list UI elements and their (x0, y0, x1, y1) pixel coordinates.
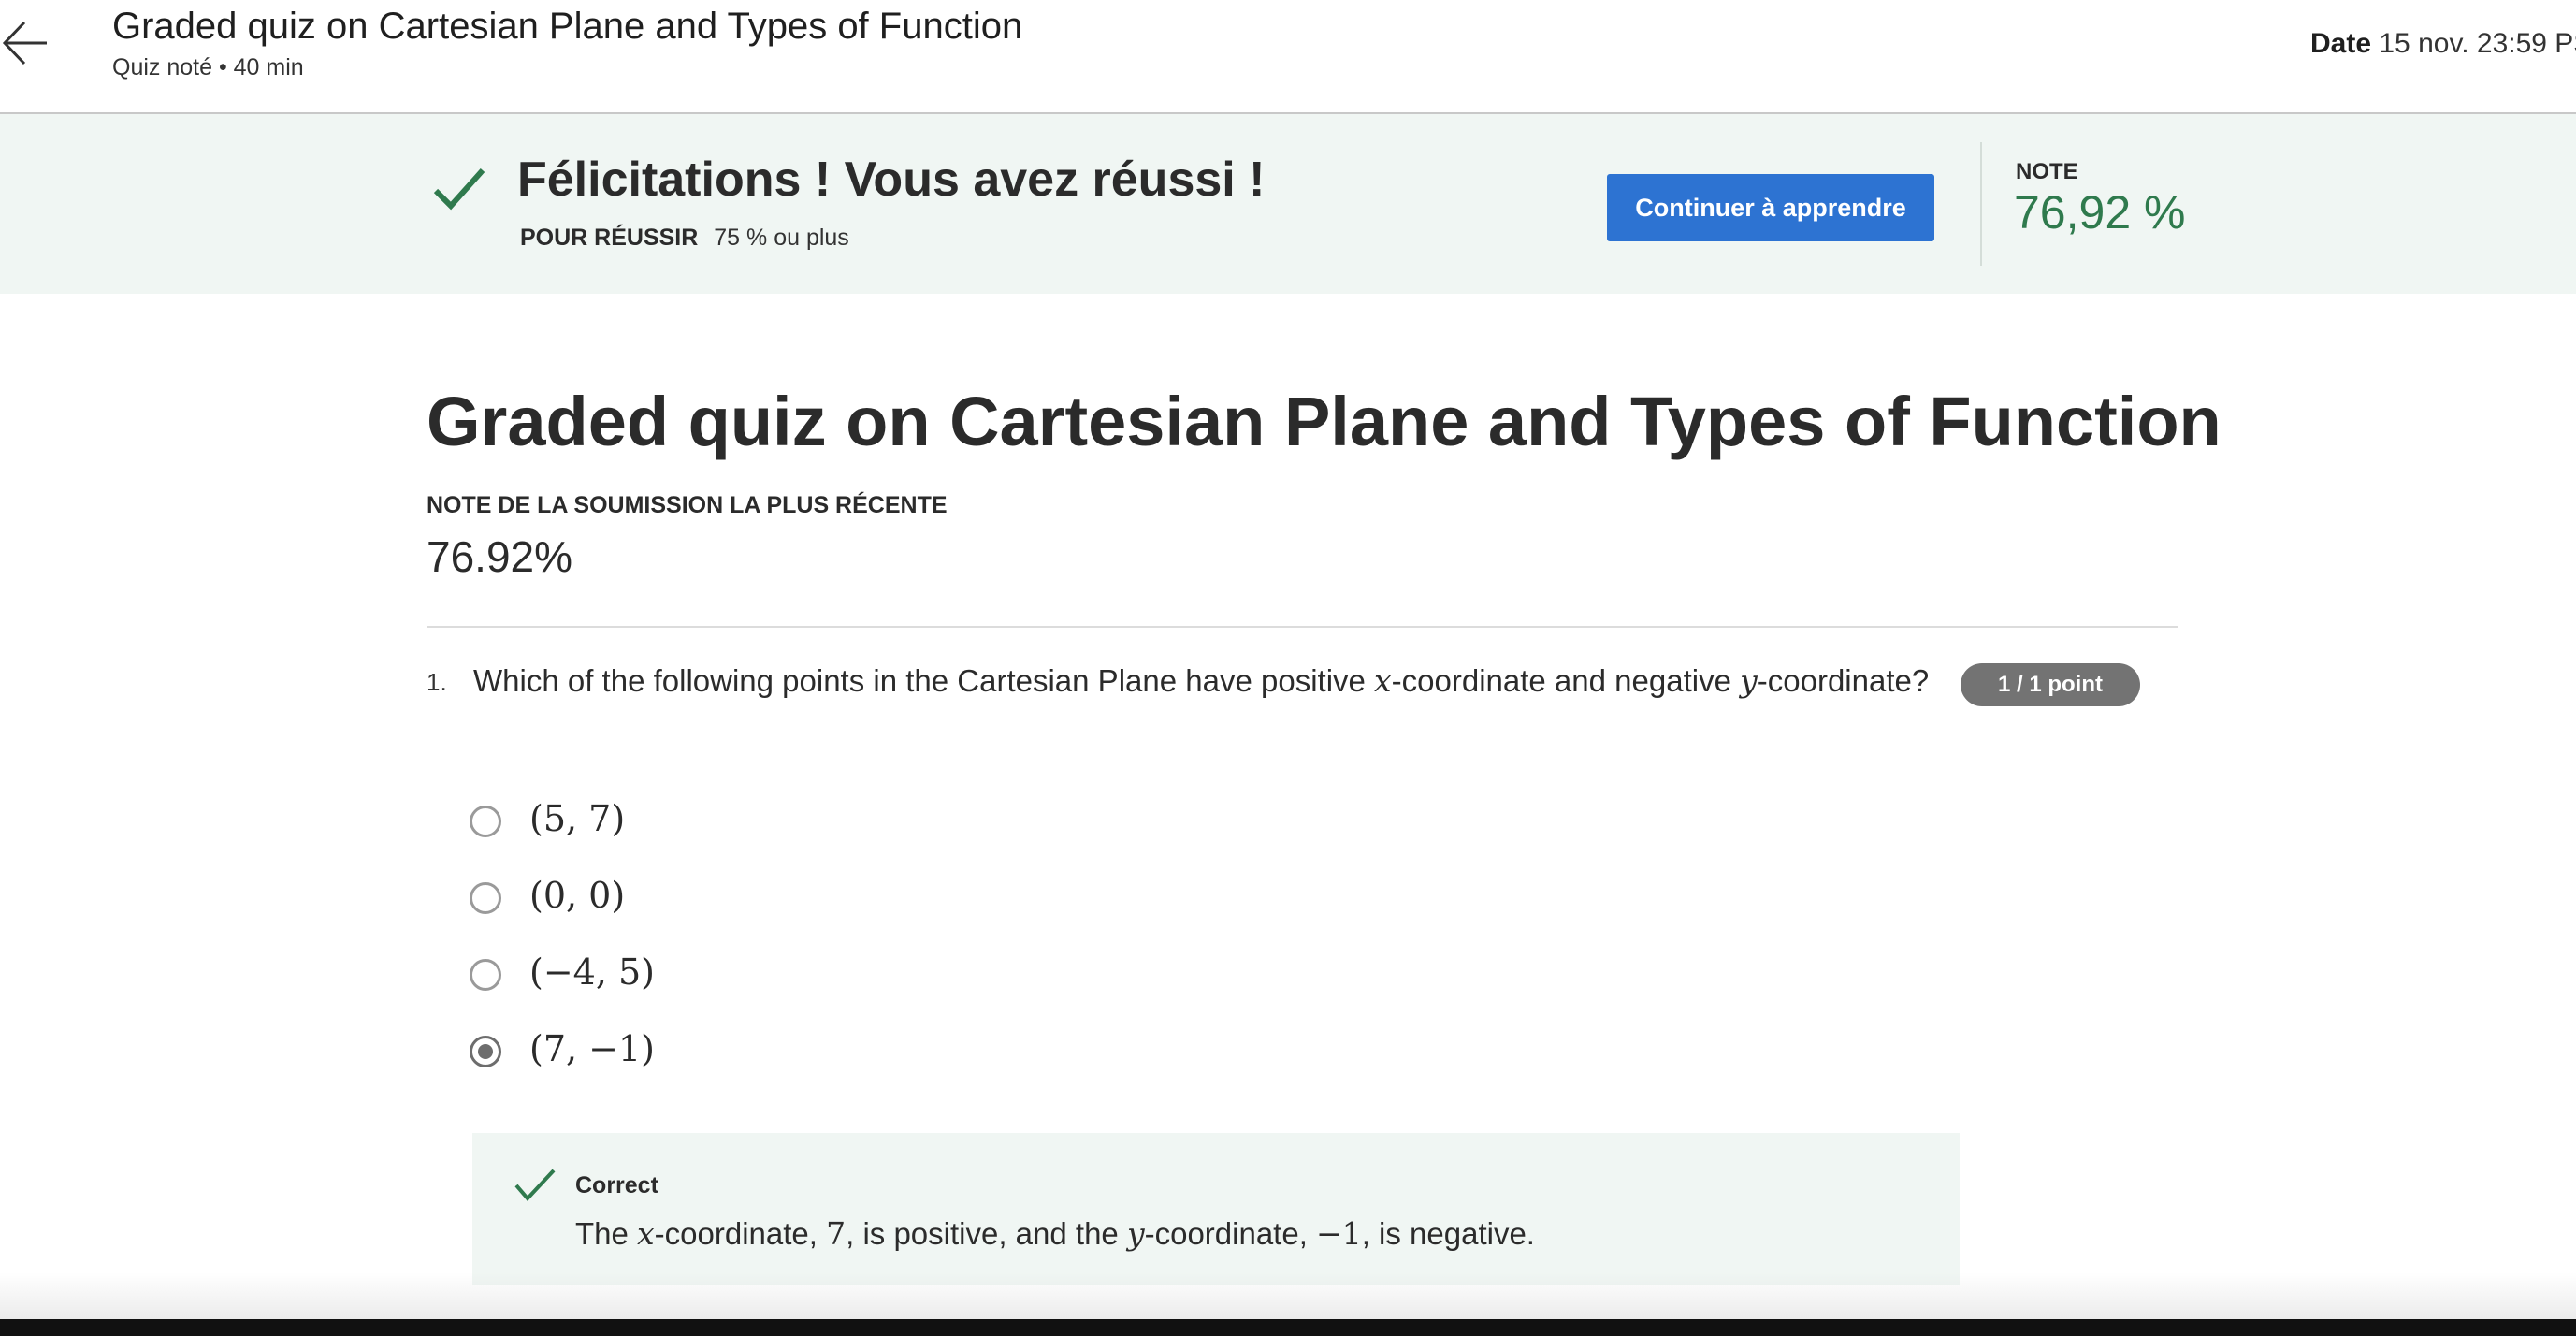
latest-submission-label: NOTE DE LA SOUMISSION LA PLUS RÉCENTE (427, 492, 948, 518)
points-badge: 1 / 1 point (1961, 663, 2140, 706)
option-label: (7, −1) (529, 1028, 656, 1069)
check-icon (514, 1169, 556, 1201)
answer-feedback: Correct The x-coordinate, 7, is positive… (472, 1133, 1960, 1285)
latest-submission-grade: 76.92% (427, 532, 573, 581)
due-date-label: Date (2310, 28, 2372, 59)
radio-button[interactable] (470, 882, 501, 914)
divider (427, 626, 2178, 628)
arrow-left-icon (2, 21, 47, 65)
option-1[interactable]: (5, 7) (470, 798, 1031, 850)
feedback-label: Correct (575, 1172, 658, 1198)
option-label: (−4, 5) (529, 951, 656, 993)
feedback-text: The x-coordinate, 7, is positive, and th… (575, 1215, 1535, 1252)
option-label: (5, 7) (529, 798, 626, 839)
pass-requirement: POUR RÉUSSIR 75 % ou plus (520, 225, 849, 252)
option-2[interactable]: (0, 0) (470, 875, 1031, 927)
check-icon (433, 167, 485, 211)
option-3[interactable]: (−4, 5) (470, 951, 1031, 1004)
option-label: (0, 0) (529, 875, 626, 916)
pass-label: POUR RÉUSSIR (520, 225, 699, 251)
quiz-title: Graded quiz on Cartesian Plane and Types… (112, 6, 1023, 47)
due-date: Date 15 nov. 23:59 PS (2310, 28, 2576, 60)
grade-value: 76,92 % (2014, 186, 2186, 239)
banner-title: Félicitations ! Vous avez réussi ! (517, 152, 1266, 207)
option-4[interactable]: (7, −1) (470, 1028, 1031, 1081)
page-title: Graded quiz on Cartesian Plane and Types… (427, 383, 2221, 460)
back-button[interactable] (0, 9, 52, 75)
grade-label: NOTE (2016, 159, 2078, 184)
radio-button-selected[interactable] (470, 1036, 501, 1067)
due-date-value: 15 nov. 23:59 PS (2379, 28, 2576, 59)
quiz-subtitle: Quiz noté • 40 min (112, 54, 304, 80)
success-banner: Félicitations ! Vous avez réussi ! POUR … (0, 114, 2576, 294)
question-text: Which of the following points in the Car… (473, 662, 1930, 699)
radio-button[interactable] (470, 806, 501, 837)
radio-button[interactable] (470, 959, 501, 991)
question-number: 1. (427, 668, 447, 696)
top-header: Graded quiz on Cartesian Plane and Types… (0, 0, 2576, 114)
continue-learning-button[interactable]: Continuer à apprendre (1607, 174, 1934, 241)
divider (1980, 142, 1982, 266)
bottom-bar (0, 1319, 2576, 1336)
page: Graded quiz on Cartesian Plane and Types… (0, 0, 2576, 1336)
pass-value: 75 % ou plus (714, 225, 849, 251)
